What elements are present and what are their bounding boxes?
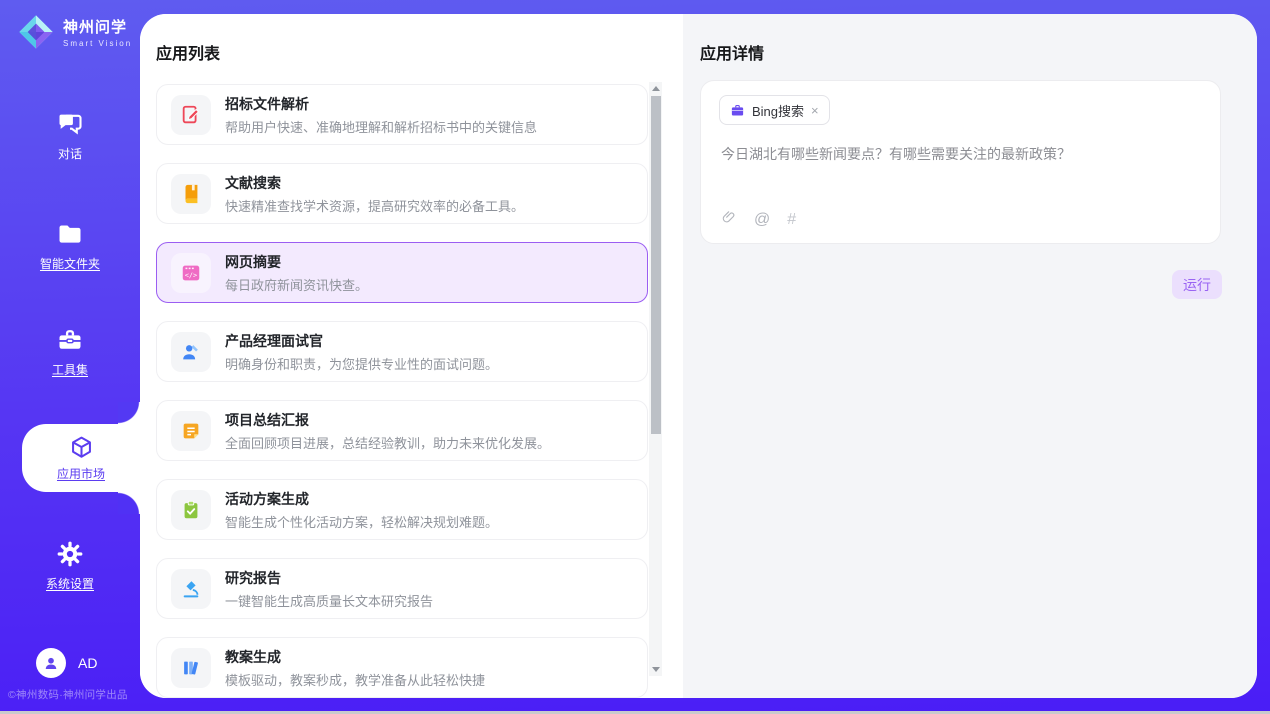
sidebar-item-label: 系统设置 — [46, 575, 94, 592]
app-card-project-summary[interactable]: 项目总结汇报 全面回顾项目进展，总结经验教训，助力未来优化发展。 — [156, 400, 648, 461]
prompt-text[interactable]: 今日湖北有哪些新闻要点？有哪些需要关注的最新政策？ — [721, 144, 1200, 164]
sidebar-item-label: 对话 — [58, 145, 82, 162]
app-title: 产品经理面试官 — [225, 331, 498, 351]
brand-name: 神州问学 — [63, 16, 132, 37]
app-title: 研究报告 — [225, 568, 433, 588]
folder-icon — [56, 220, 84, 248]
close-icon[interactable]: × — [811, 104, 819, 117]
sidebar-item-label: 应用市场 — [57, 465, 105, 482]
app-list-scrollbar[interactable] — [649, 82, 662, 676]
briefcase-icon — [730, 103, 745, 118]
hash-icon[interactable]: # — [787, 212, 796, 228]
app-detail-panel: 应用详情 Bing搜索 × 今日湖北有哪些新闻要点？有哪些需要关注的最新政策？ — [683, 14, 1257, 698]
chat-icon — [56, 110, 84, 138]
diamond-logo-icon — [16, 12, 56, 52]
app-desc: 明确身份和职责，为您提供专业性的面试问题。 — [225, 354, 498, 373]
app-desc: 帮助用户快速、准确地理解和解析招标书中的关键信息 — [225, 117, 537, 136]
brand-subtitle: Smart Vision — [63, 39, 132, 48]
note-icon — [171, 411, 211, 451]
microscope-icon — [171, 569, 211, 609]
sidebar-item-settings[interactable]: 系统设置 — [0, 540, 140, 592]
app-logo: 神州问学 Smart Vision — [16, 12, 132, 52]
books-icon — [171, 648, 211, 688]
sidebar-item-smart-folder[interactable]: 智能文件夹 — [0, 220, 140, 272]
app-desc: 智能生成个性化活动方案，轻松解决规划难题。 — [225, 512, 498, 531]
sidebar-item-app-market[interactable]: 应用市场 — [22, 424, 140, 492]
app-card-research-report[interactable]: 研究报告 一键智能生成高质量长文本研究报告 — [156, 558, 648, 619]
app-card-web-summary[interactable]: </> 网页摘要 每日政府新闻资讯快查。 — [156, 242, 648, 303]
user-icon — [42, 654, 60, 672]
gear-icon — [56, 540, 84, 568]
svg-text:</>: </> — [185, 271, 197, 279]
toolbox-icon — [56, 326, 84, 354]
tool-tag-label: Bing搜索 — [752, 101, 804, 120]
run-button[interactable]: 运行 — [1172, 270, 1222, 299]
sidebar-item-chat[interactable]: 对话 — [0, 110, 140, 162]
app-card-literature-search[interactable]: 文献搜索 快速精准查找学术资源，提高研究效率的必备工具。 — [156, 163, 648, 224]
prompt-input-card[interactable]: Bing搜索 × 今日湖北有哪些新闻要点？有哪些需要关注的最新政策？ @ # — [700, 80, 1221, 244]
user-initials: AD — [78, 655, 97, 671]
app-card-event-plan[interactable]: 活动方案生成 智能生成个性化活动方案，轻松解决规划难题。 — [156, 479, 648, 540]
app-title: 项目总结汇报 — [225, 410, 550, 430]
document-pen-icon — [171, 95, 211, 135]
cube-icon — [68, 434, 95, 461]
sidebar-item-label: 智能文件夹 — [40, 255, 100, 272]
app-detail-title: 应用详情 — [700, 40, 764, 64]
app-card-pm-interviewer[interactable]: 产品经理面试官 明确身份和职责，为您提供专业性的面试问题。 — [156, 321, 648, 382]
bubble-bottom-fillet — [118, 492, 140, 514]
paperclip-icon[interactable] — [721, 209, 737, 230]
user-account[interactable]: AD — [36, 648, 97, 678]
input-toolbar: @ # — [721, 209, 796, 230]
app-title: 活动方案生成 — [225, 489, 498, 509]
interviewer-icon — [171, 332, 211, 372]
app-desc: 一键智能生成高质量长文本研究报告 — [225, 591, 433, 610]
scrollbar-thumb[interactable] — [651, 96, 661, 434]
app-list-title: 应用列表 — [156, 40, 220, 64]
scroll-down-icon[interactable] — [649, 663, 662, 676]
sidebar: 神州问学 Smart Vision 对话 智能文件夹 工具集 应 — [0, 0, 140, 711]
app-desc: 全面回顾项目进展，总结经验教训，助力未来优化发展。 — [225, 433, 550, 452]
app-title: 教案生成 — [225, 647, 485, 667]
tool-tag-bing-search[interactable]: Bing搜索 × — [719, 95, 830, 125]
clipboard-check-icon — [171, 490, 211, 530]
main-content: 应用列表 招标文件解析 帮助用户快速、准确地理解和解析招标书中的关键信息 — [140, 14, 1257, 698]
bubble-top-fillet — [118, 402, 140, 424]
app-desc: 快速精准查找学术资源，提高研究效率的必备工具。 — [225, 196, 524, 215]
avatar — [36, 648, 66, 678]
app-title: 文献搜索 — [225, 173, 524, 193]
browser-code-icon: </> — [171, 253, 211, 293]
app-list: 招标文件解析 帮助用户快速、准确地理解和解析招标书中的关键信息 文献搜索 快速精… — [156, 84, 648, 698]
app-title: 招标文件解析 — [225, 94, 537, 114]
app-list-panel: 应用列表 招标文件解析 帮助用户快速、准确地理解和解析招标书中的关键信息 — [140, 14, 683, 698]
at-icon[interactable]: @ — [754, 212, 770, 228]
sidebar-item-label: 工具集 — [52, 361, 88, 378]
book-icon — [171, 174, 211, 214]
app-title: 网页摘要 — [225, 252, 368, 272]
app-desc: 模板驱动，教案秒成，教学准备从此轻松快捷 — [225, 670, 485, 689]
app-desc: 每日政府新闻资讯快查。 — [225, 275, 368, 294]
copyright-text: ©神州数码·神州问学出品 — [8, 687, 140, 702]
sidebar-item-toolset[interactable]: 工具集 — [0, 326, 140, 378]
app-card-lesson-plan[interactable]: 教案生成 模板驱动，教案秒成，教学准备从此轻松快捷 — [156, 637, 648, 698]
app-card-bid-parse[interactable]: 招标文件解析 帮助用户快速、准确地理解和解析招标书中的关键信息 — [156, 84, 648, 145]
scroll-up-icon[interactable] — [649, 82, 662, 95]
